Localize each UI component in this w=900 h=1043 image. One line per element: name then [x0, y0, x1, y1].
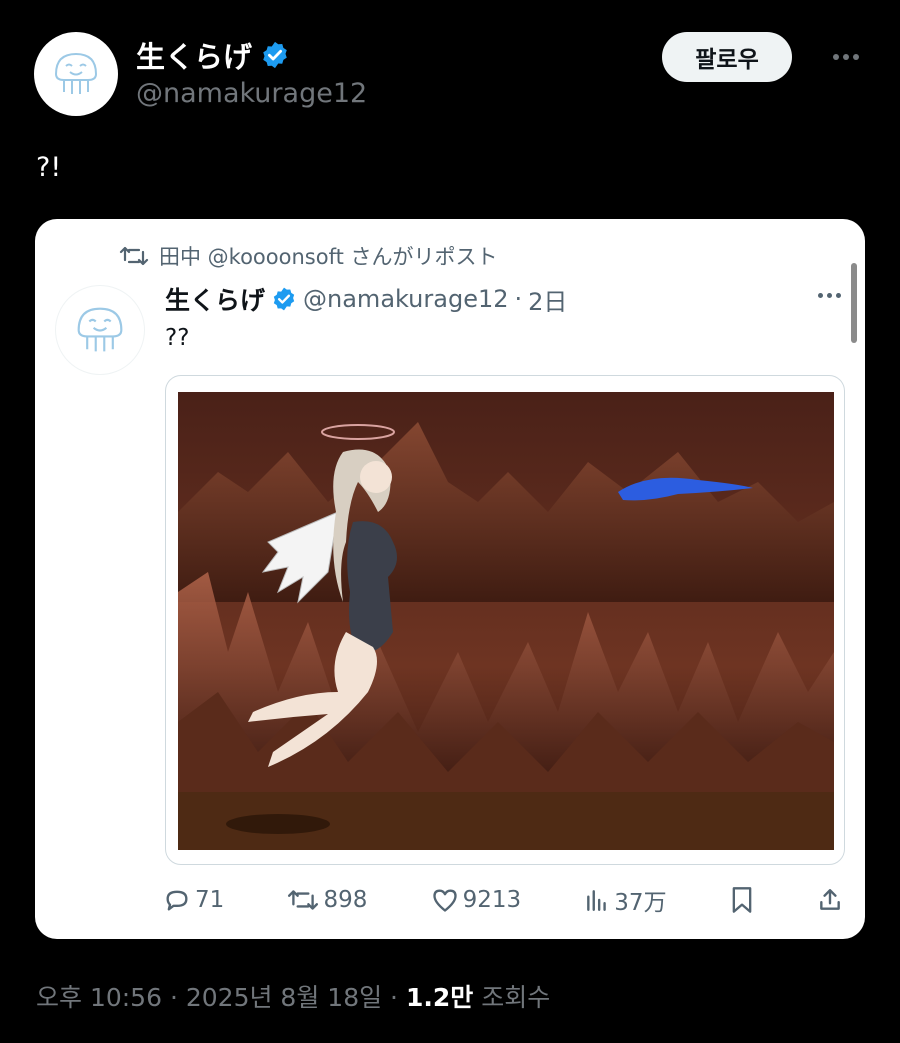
tweet-date[interactable]: 2025년 8월 18일: [186, 983, 382, 1012]
scrollbar[interactable]: [851, 263, 857, 343]
jellyfish-avatar-icon: [77, 307, 123, 352]
more-options-icon[interactable]: [818, 293, 841, 298]
repost-context: 田中 @koooonsoft さんがリポスト: [119, 241, 498, 271]
author-handle[interactable]: @namakurage12: [136, 78, 367, 109]
meta-separator: ·: [169, 983, 178, 1012]
tweet-views-count: 1.2만: [405, 983, 474, 1012]
share-icon: [820, 889, 840, 910]
like-count: 9213: [462, 887, 522, 913]
author-avatar[interactable]: [34, 32, 118, 116]
repost-icon: [288, 890, 319, 910]
tweet-text: ?!: [36, 152, 62, 183]
quoted-author-avatar[interactable]: [55, 285, 145, 375]
reply-action[interactable]: 71: [163, 886, 224, 914]
views-chart-icon: [587, 890, 607, 911]
like-action[interactable]: 9213: [431, 887, 522, 913]
quoted-display-name[interactable]: 生くらげ: [165, 281, 265, 317]
repost-by-label: 田中 @koooonsoft さんがリポスト: [159, 245, 498, 269]
follow-button[interactable]: 팔로우: [662, 32, 792, 82]
views-action[interactable]: 37万: [584, 883, 667, 917]
media-frame[interactable]: [165, 375, 845, 865]
meta-separator: ·: [390, 983, 398, 1012]
repost-icon: [119, 246, 149, 266]
repost-action[interactable]: 898: [287, 887, 367, 913]
bookmark-action[interactable]: [730, 886, 754, 914]
reply-count: 71: [195, 887, 225, 913]
quoted-time[interactable]: 2日: [528, 282, 567, 317]
tweet-time[interactable]: 오후 10:56: [36, 983, 162, 1012]
quoted-text: ??: [165, 325, 190, 351]
more-options-icon[interactable]: [830, 44, 862, 70]
reply-icon: [166, 890, 188, 911]
share-action[interactable]: [817, 887, 843, 913]
jellyfish-avatar-icon: [54, 52, 98, 94]
post-actions: 71 898 9213 37万: [163, 879, 843, 921]
verified-badge-icon: [273, 287, 295, 311]
author-display-name[interactable]: 生くらげ: [136, 34, 252, 76]
quoted-separator: ·: [514, 285, 523, 313]
heart-icon: [432, 889, 457, 912]
tweet-header: 生くらげ @namakurage12 팔로우: [34, 30, 870, 120]
repost-count: 898: [323, 887, 368, 913]
views-count: 37万: [614, 890, 667, 916]
bookmark-icon: [732, 887, 752, 913]
verified-badge-icon: [263, 41, 287, 69]
quoted-author-row: 生くらげ @namakurage12 · 2日: [165, 281, 567, 317]
quoted-post-card[interactable]: 田中 @koooonsoft さんがリポスト 生くらげ @namakurage1…: [35, 219, 865, 939]
tweet-meta: 오후 10:56 · 2025년 8월 18일 · 1.2만 조회수: [36, 978, 550, 1014]
post-image[interactable]: [178, 392, 834, 850]
quoted-handle[interactable]: @namakurage12: [303, 285, 509, 313]
author-name-row[interactable]: 生くらげ: [136, 34, 290, 76]
tweet-views-label: 조회수: [481, 983, 551, 1012]
